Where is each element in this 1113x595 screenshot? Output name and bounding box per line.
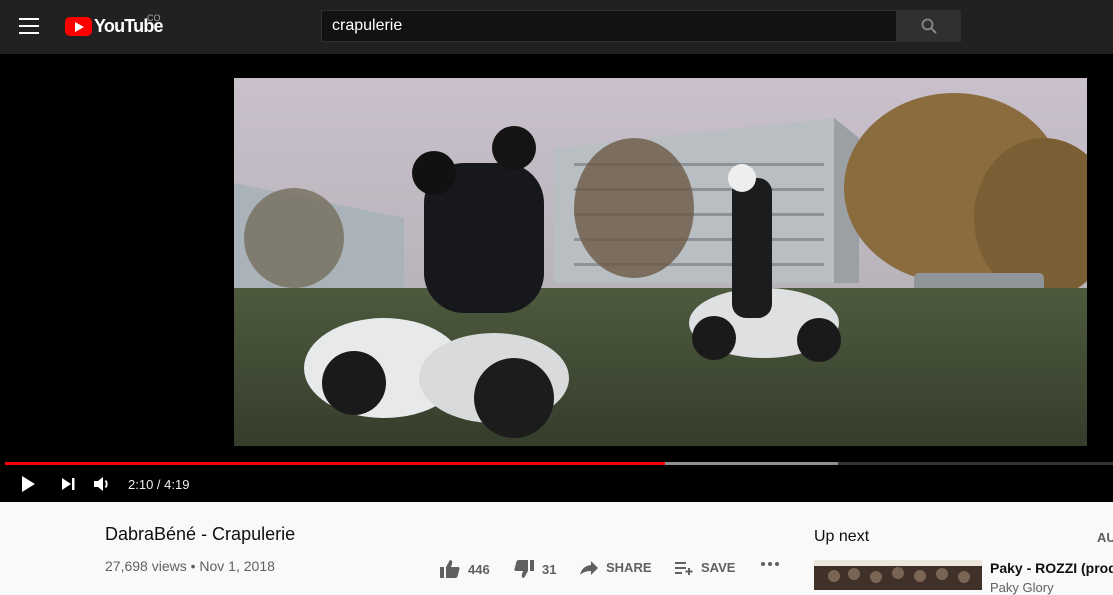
- next-button[interactable]: [61, 477, 75, 496]
- like-button[interactable]: 446: [440, 560, 490, 578]
- share-label: SHARE: [606, 560, 652, 575]
- youtube-play-logo-icon: [65, 16, 92, 36]
- play-icon: [22, 476, 35, 492]
- dislike-count: 31: [542, 561, 557, 577]
- video-frame[interactable]: [234, 78, 1087, 446]
- recommendation-thumbnail[interactable]: [814, 560, 982, 590]
- played-bar: [5, 462, 666, 465]
- search-input[interactable]: crapulerie: [321, 10, 897, 42]
- autoplay-label: AU: [1097, 530, 1113, 545]
- video-info: DabraBéné - Crapulerie 27,698 views • No…: [0, 502, 1113, 595]
- add-to-playlist-icon: [675, 561, 693, 575]
- recommendation-title[interactable]: Paky - ROZZI (prod.: [990, 560, 1113, 576]
- player-controls: 2:10 / 4:19: [0, 472, 1113, 496]
- video-title: DabraBéné - Crapulerie: [105, 524, 296, 544]
- menu-icon[interactable]: [19, 18, 39, 34]
- thumbs-up-icon: [440, 560, 460, 578]
- dislike-button[interactable]: 31: [514, 560, 556, 578]
- next-icon: [62, 478, 75, 490]
- play-button[interactable]: [20, 476, 36, 497]
- views-date: 27,698 views • Nov 1, 2018: [105, 558, 275, 574]
- up-next-heading: Up next: [814, 528, 870, 545]
- volume-icon: [94, 477, 108, 491]
- share-button[interactable]: SHARE: [580, 560, 652, 575]
- share-icon: [580, 560, 598, 575]
- video-player[interactable]: 2:10 / 4:19: [0, 54, 1113, 502]
- like-count: 446: [468, 561, 490, 577]
- save-button[interactable]: SAVE: [675, 560, 735, 575]
- volume-button[interactable]: [94, 476, 112, 497]
- country-code: CO: [147, 13, 161, 23]
- video-scene-image: [234, 78, 1087, 446]
- more-horizontal-icon: [761, 562, 779, 566]
- thumbs-down-icon: [514, 560, 534, 578]
- progress-bar[interactable]: [5, 462, 1113, 465]
- masthead: YouTube CO crapulerie: [0, 0, 1113, 54]
- search-icon: [921, 18, 937, 34]
- save-label: SAVE: [701, 560, 736, 575]
- search-button[interactable]: [896, 10, 961, 42]
- time-display: 2:10 / 4:19: [128, 477, 190, 492]
- more-actions-button[interactable]: [761, 562, 779, 566]
- thumbnail-image: [814, 560, 982, 590]
